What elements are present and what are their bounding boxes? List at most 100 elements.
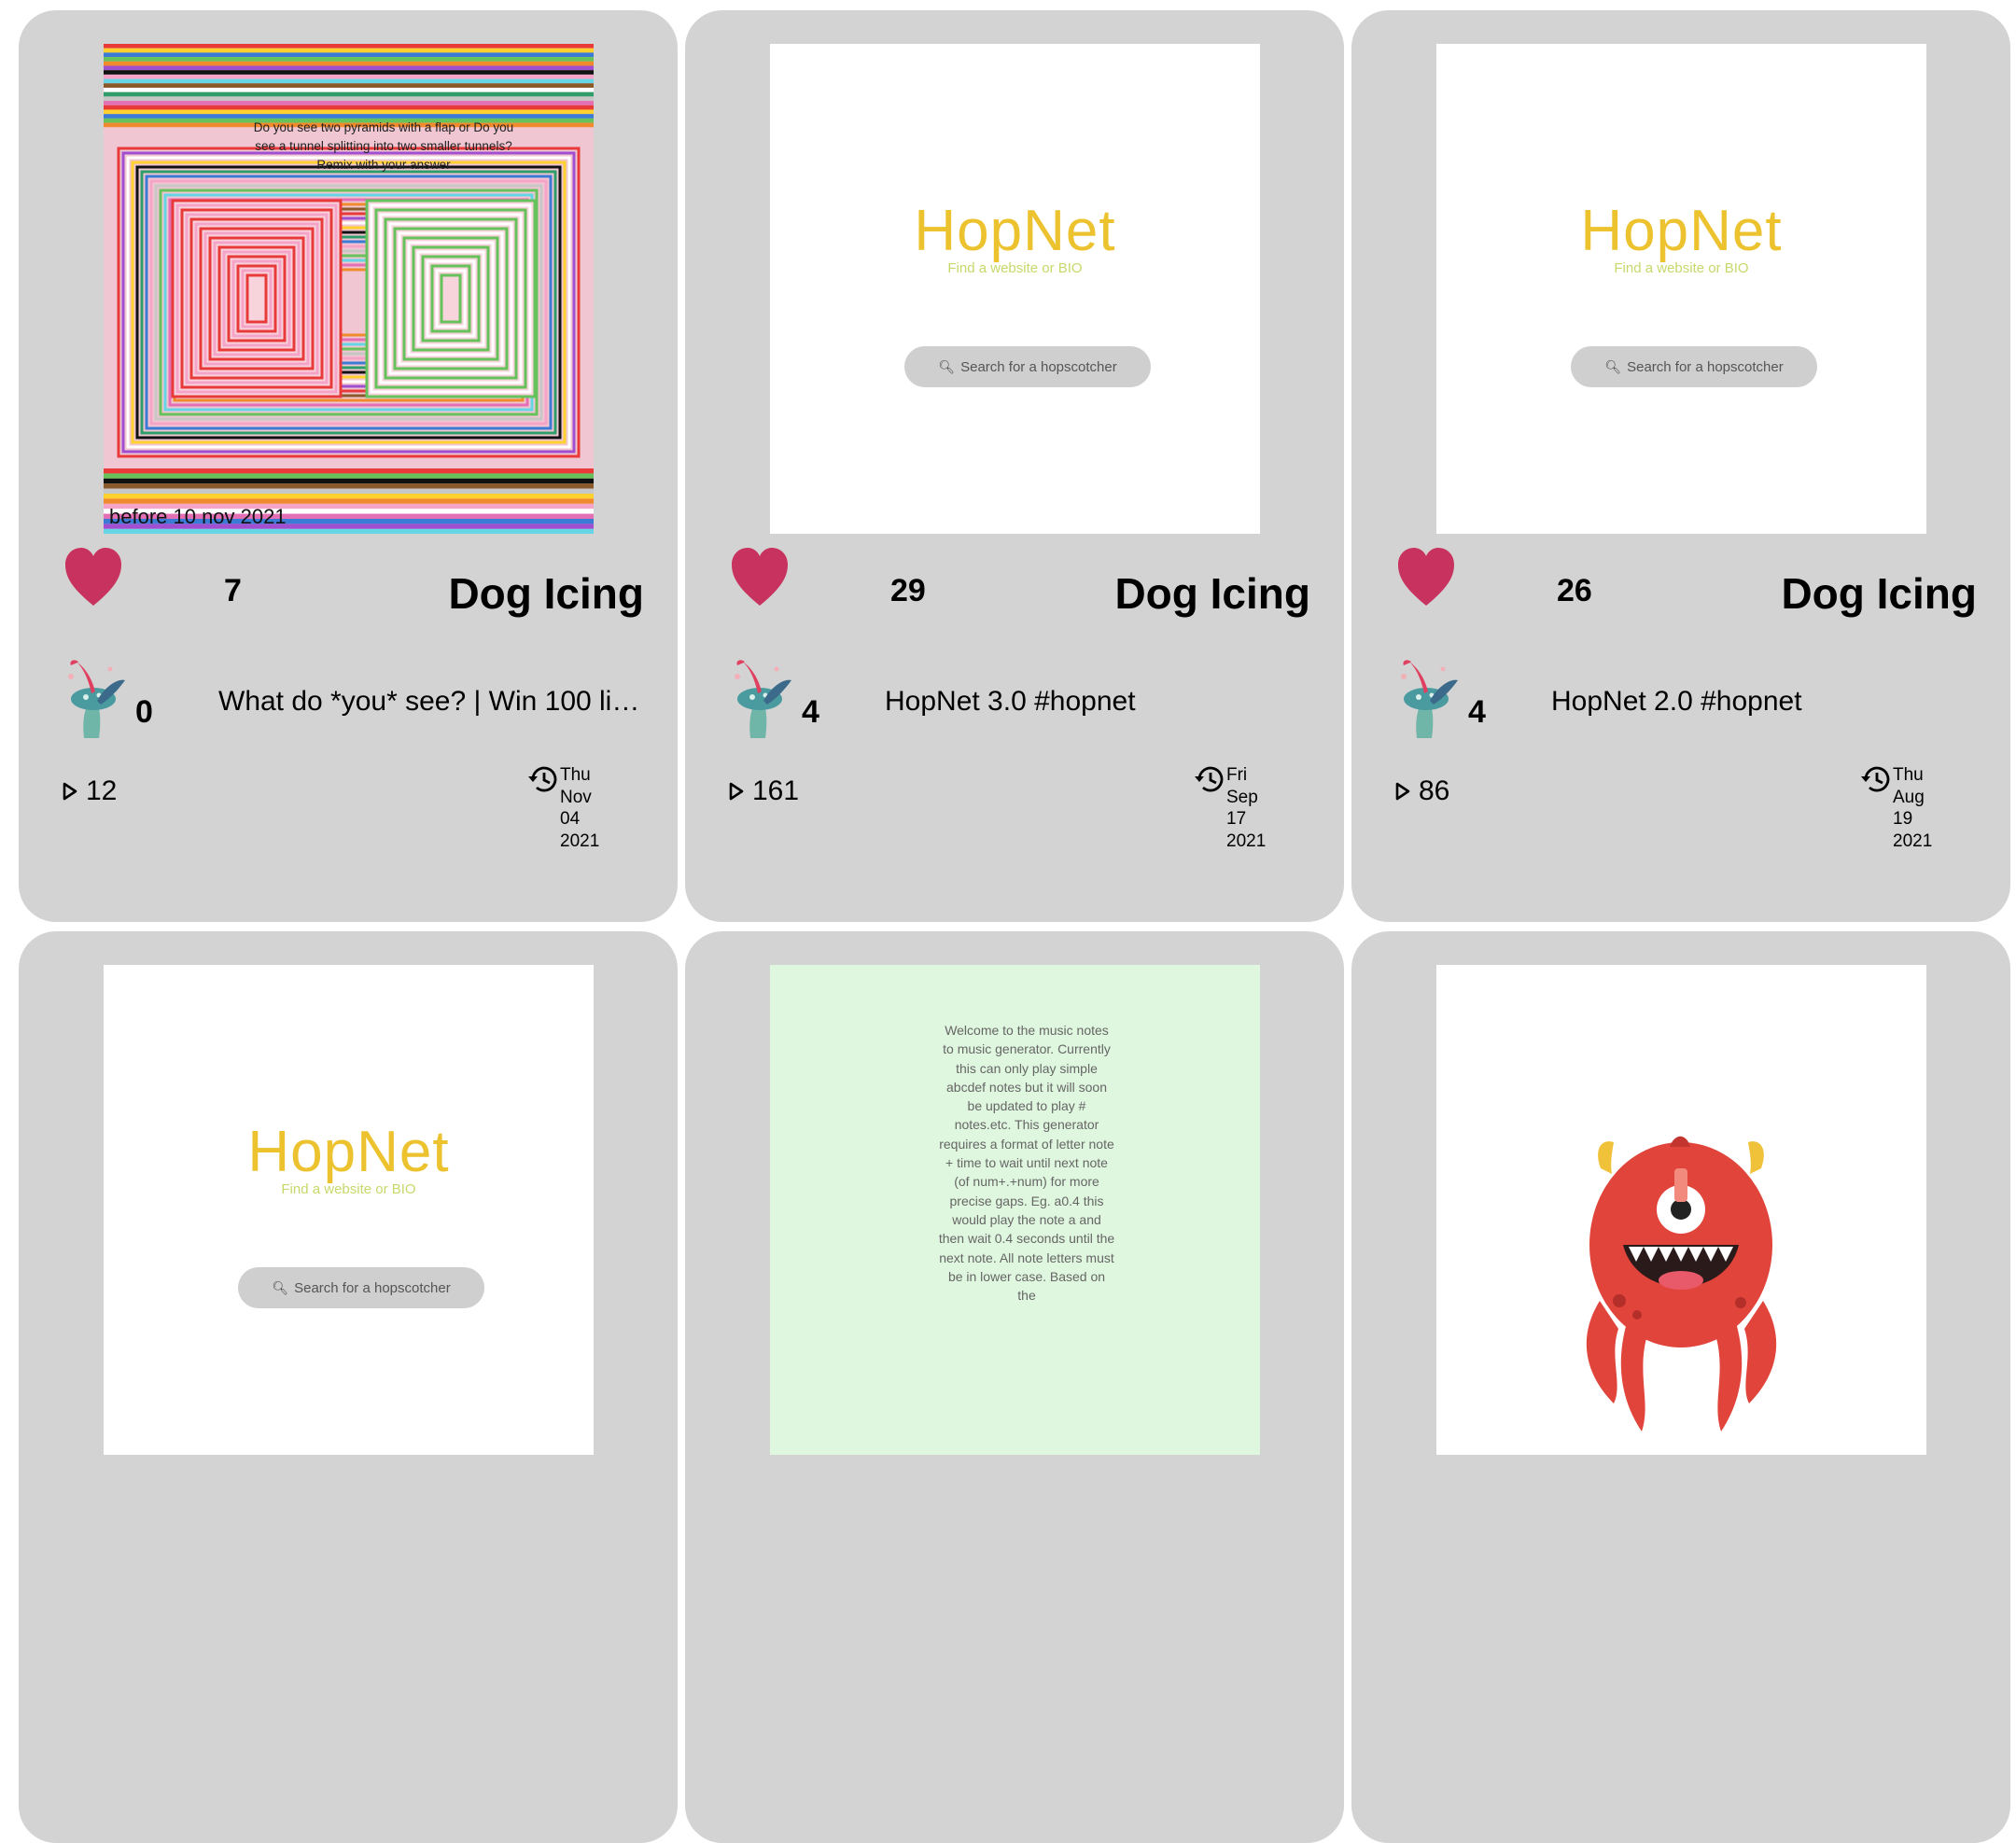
project-title[interactable]: What do *you* see? | Win 100 lik… <box>218 686 648 718</box>
play-count: 161 <box>728 775 799 807</box>
remix-count: 4 <box>1468 694 1486 730</box>
search-icon: 🔍︎ <box>938 358 956 374</box>
date-day: 04 <box>560 809 581 829</box>
illusion-stripe <box>104 61 594 66</box>
play-triangle-icon <box>1395 782 1410 801</box>
illusion-stripe <box>104 78 594 84</box>
illusion-stripe <box>104 498 594 504</box>
hopnet-search-label: Search for a hopscotcher <box>294 1279 451 1296</box>
date-month: Aug <box>1893 787 1925 807</box>
search-icon: 🔍︎ <box>272 1279 289 1295</box>
hopnet-logo-text: HopNet <box>1580 199 1783 263</box>
illusion-stripe <box>104 88 594 92</box>
heart-icon[interactable] <box>63 546 123 607</box>
illusion-stripe <box>104 101 594 105</box>
illusion-stripe <box>104 52 594 58</box>
project-thumbnail[interactable]: HopNet Find a website or BIO 🔍︎ Search f… <box>1436 44 1926 534</box>
hopnet-search-bar: 🔍︎ Search for a hopscotcher <box>238 1267 484 1308</box>
project-title[interactable]: HopNet 2.0 #hopnet <box>1551 686 1981 718</box>
hopnet-search-label: Search for a hopscotcher <box>960 358 1117 375</box>
project-thumbnail[interactable]: HopNet Find a website or BIO 🔍︎ Search f… <box>770 44 1260 534</box>
play-count: 86 <box>1394 775 1449 807</box>
date-weekday: Thu <box>560 765 591 785</box>
illusion-stripe <box>104 96 594 102</box>
heart-icon[interactable] <box>1396 546 1456 607</box>
date-year: 2021 <box>1226 831 1267 851</box>
illusion-stripe <box>104 488 594 494</box>
project-card[interactable]: HopNet Find a website or BIO 🔍︎ Search f… <box>1351 10 2010 922</box>
author-name[interactable]: Dog Icing <box>448 568 644 619</box>
project-card[interactable]: Do you see two pyramids with a flap or D… <box>19 10 678 922</box>
hopnet-subtitle: Find a website or BIO <box>947 260 1083 276</box>
illusion-stripe <box>104 44 594 49</box>
mushroom-avatar-icon <box>68 660 125 738</box>
hopnet-search-bar: 🔍︎ Search for a hopscotcher <box>1571 346 1817 387</box>
illusion-stripe <box>104 57 594 62</box>
date-weekday: Fri <box>1226 765 1248 785</box>
mushroom-avatar-icon <box>735 660 791 738</box>
heart-icon[interactable] <box>730 546 790 607</box>
like-count: 29 <box>890 573 926 608</box>
author-name[interactable]: Dog Icing <box>1114 568 1310 619</box>
remix-count: 4 <box>802 694 819 730</box>
date-stamp: Thu Aug 19 2021 <box>1893 764 1932 852</box>
remix-count: 0 <box>135 694 153 730</box>
hopnet-search-bar: 🔍︎ Search for a hopscotcher <box>904 346 1151 387</box>
date-stamp: Thu Nov 04 2021 <box>560 764 599 852</box>
illusion-stripe <box>104 478 594 484</box>
like-count: 7 <box>224 573 242 608</box>
illusion-stripe <box>104 528 594 534</box>
play-triangle-icon <box>729 782 744 801</box>
date-year: 2021 <box>1893 831 1933 851</box>
project-title[interactable]: HopNet 3.0 #hopnet <box>885 686 1314 718</box>
play-count-value: 12 <box>86 775 118 806</box>
hopnet-logo-text: HopNet <box>247 1120 450 1184</box>
hopnet-subtitle: Find a website or BIO <box>281 1181 416 1197</box>
date-month: Nov <box>560 787 592 807</box>
thumbnail-footer: before 10 nov 2021 <box>109 505 287 528</box>
history-clock-icon <box>1195 766 1224 792</box>
illusion-stripe <box>104 74 594 79</box>
like-count: 26 <box>1557 573 1592 608</box>
author-name[interactable]: Dog Icing <box>1781 568 1977 619</box>
illusion-stripe <box>104 468 594 474</box>
illusion-stripe <box>104 105 594 110</box>
date-weekday: Thu <box>1893 765 1924 785</box>
project-card[interactable] <box>1351 931 2010 1843</box>
thumbnail-caption: Do you see two pyramids with a flap or D… <box>253 120 514 172</box>
date-day: 17 <box>1226 809 1247 829</box>
project-thumbnail[interactable]: HopNet Find a website or BIO 🔍︎ Search f… <box>104 965 594 1455</box>
illusion-stripe <box>104 109 594 115</box>
project-card[interactable]: HopNet Find a website or BIO 🔍︎ Search f… <box>19 931 678 1843</box>
thumbnail-caption: Welcome to the music notes to music gene… <box>938 1023 1115 1304</box>
project-card[interactable]: HopNet Find a website or BIO 🔍︎ Search f… <box>685 10 1344 922</box>
project-thumbnail[interactable]: Do you see two pyramids with a flap or D… <box>104 44 594 534</box>
illusion-stripe <box>104 483 594 489</box>
illusion-stripe <box>104 83 594 88</box>
mushroom-avatar-icon <box>1401 660 1458 738</box>
play-triangle-icon <box>63 782 77 801</box>
hopnet-logo-text: HopNet <box>914 199 1116 263</box>
project-grid: Do you see two pyramids with a flap or D… <box>19 10 2010 1843</box>
project-thumbnail[interactable]: Welcome to the music notes to music gene… <box>770 965 1260 1455</box>
illusion-stripe <box>104 65 594 71</box>
play-count-value: 161 <box>752 775 800 806</box>
illusion-stripe <box>104 494 594 499</box>
play-count: 12 <box>62 775 117 807</box>
date-month: Sep <box>1226 787 1258 807</box>
project-thumbnail[interactable] <box>1436 965 1926 1455</box>
hopnet-subtitle: Find a website or BIO <box>1614 260 1749 276</box>
illusion-stripe <box>104 91 594 97</box>
date-stamp: Fri Sep 17 2021 <box>1226 764 1266 852</box>
search-icon: 🔍︎ <box>1604 358 1622 374</box>
illusion-stripe <box>104 473 594 479</box>
play-count-value: 86 <box>1419 775 1450 806</box>
project-card[interactable]: Welcome to the music notes to music gene… <box>685 931 1344 1843</box>
date-year: 2021 <box>560 831 600 851</box>
history-clock-icon <box>528 766 557 792</box>
illusion-artwork <box>104 44 594 534</box>
date-day: 19 <box>1893 809 1913 829</box>
history-clock-icon <box>1861 766 1890 792</box>
illusion-stripe <box>104 48 594 53</box>
red-monster-character <box>1586 1136 1777 1431</box>
